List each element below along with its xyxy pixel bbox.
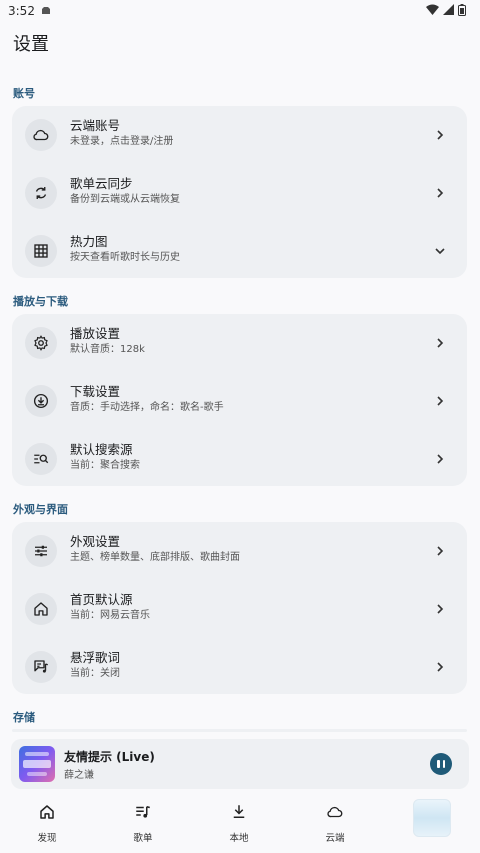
signal-icon — [443, 4, 454, 18]
chevron-right-icon — [433, 602, 447, 616]
settings-item-playlist-sync[interactable]: 歌单云同步 备份到云端或从云端恢复 — [12, 164, 467, 222]
nav-tab-discover[interactable]: 发现 — [17, 803, 77, 844]
settings-item-floating-lyrics[interactable]: 悬浮歌词 当前：关闭 — [12, 638, 467, 696]
item-title: 外观设置 — [70, 534, 121, 549]
section-label-appearance: 外观与界面 — [13, 503, 68, 516]
item-subtitle: 主题、榜单数量、底部排版、歌曲封面 — [70, 552, 240, 563]
cloud-icon — [25, 119, 57, 151]
now-playing-artist: 薛之谦 — [64, 770, 94, 781]
item-title: 悬浮歌词 — [70, 650, 121, 665]
notification-icon — [41, 4, 51, 18]
chevron-right-icon — [433, 186, 447, 200]
pause-button[interactable] — [430, 753, 452, 775]
wifi-icon — [426, 4, 439, 18]
chevron-down-icon — [433, 244, 447, 258]
nav-tab-cloud[interactable]: 云端 — [305, 803, 365, 844]
settings-item-download[interactable]: 下载设置 音质：手动选择，命名：歌名-歌手 — [12, 372, 467, 430]
item-subtitle: 默认音质：128k — [70, 344, 145, 355]
chevron-right-icon — [433, 544, 447, 558]
home-outline-icon — [40, 805, 54, 819]
settings-item-home-source[interactable]: 首页默认源 当前：网易云音乐 — [12, 580, 467, 638]
item-subtitle: 未登录，点击登录/注册 — [70, 136, 174, 147]
card-account: 云端账号 未登录，点击登录/注册 歌单云同步 备份到云端或从云端恢复 热力图 按… — [12, 106, 467, 278]
chevron-right-icon — [433, 336, 447, 350]
search-list-icon — [25, 443, 57, 475]
nav-label: 本地 — [229, 833, 249, 844]
settings-item-cloud-account[interactable]: 云端账号 未登录，点击登录/注册 — [12, 106, 467, 164]
home-icon — [25, 593, 57, 625]
settings-item-playback[interactable]: 播放设置 默认音质：128k — [12, 314, 467, 372]
gear-icon — [25, 327, 57, 359]
download-icon — [25, 385, 57, 417]
page-title: 设置 — [13, 34, 49, 55]
item-title: 下载设置 — [70, 384, 121, 399]
cloud-outline-icon — [327, 806, 343, 818]
nav-label: 发现 — [37, 833, 57, 844]
item-subtitle: 当前：聚合搜索 — [70, 460, 140, 471]
item-subtitle: 备份到云端或从云端恢复 — [70, 194, 180, 205]
card-storage-edge — [12, 729, 467, 732]
card-appearance: 外观设置 主题、榜单数量、底部排版、歌曲封面 首页默认源 当前：网易云音乐 悬浮… — [12, 522, 467, 694]
item-subtitle: 当前：关闭 — [70, 668, 120, 679]
item-subtitle: 音质：手动选择，命名：歌名-歌手 — [70, 402, 224, 413]
item-subtitle: 当前：网易云音乐 — [70, 610, 150, 621]
now-playing-title: 友情提示 (Live) — [64, 750, 155, 764]
section-label-storage: 存储 — [13, 711, 35, 724]
nav-label: 歌单 — [133, 833, 153, 844]
lyrics-icon — [25, 651, 57, 683]
tune-icon — [25, 535, 57, 567]
item-subtitle: 按天查看听歌时长与历史 — [70, 252, 180, 263]
item-title: 播放设置 — [70, 326, 121, 341]
settings-item-search-source[interactable]: 默认搜索源 当前：聚合搜索 — [12, 430, 467, 488]
chevron-right-icon — [433, 128, 447, 142]
nav-label: 云端 — [325, 833, 345, 844]
now-playing-bar[interactable]: 友情提示 (Live) 薛之谦 — [11, 739, 469, 789]
item-title: 默认搜索源 — [70, 442, 133, 457]
status-bar: 3:52 — [0, 0, 480, 22]
chevron-right-icon — [433, 452, 447, 466]
nav-tab-playlists[interactable]: 歌单 — [113, 803, 173, 844]
nav-tab-local[interactable]: 本地 — [209, 803, 269, 844]
section-label-playback: 播放与下载 — [13, 295, 68, 308]
playlist-icon — [136, 806, 150, 818]
chevron-right-icon — [433, 394, 447, 408]
grid-icon — [25, 235, 57, 267]
section-label-account: 账号 — [13, 87, 35, 100]
chevron-right-icon — [433, 660, 447, 674]
card-playback: 播放设置 默认音质：128k 下载设置 音质：手动选择，命名：歌名-歌手 默认搜… — [12, 314, 467, 486]
settings-item-heatmap[interactable]: 热力图 按天查看听歌时长与历史 — [12, 222, 467, 280]
battery-icon — [458, 3, 466, 19]
item-title: 云端账号 — [70, 118, 121, 133]
bottom-nav: 发现 歌单 本地 云端 — [0, 791, 480, 853]
settings-item-appearance[interactable]: 外观设置 主题、榜单数量、底部排版、歌曲封面 — [12, 522, 467, 580]
status-time: 3:52 — [8, 4, 35, 18]
item-title: 歌单云同步 — [70, 176, 133, 191]
download-tray-icon — [233, 805, 245, 818]
item-title: 首页默认源 — [70, 592, 133, 607]
album-cover — [19, 746, 55, 782]
item-title: 热力图 — [70, 234, 108, 249]
nav-album-thumbnail[interactable] — [413, 799, 451, 837]
sync-icon — [25, 177, 57, 209]
